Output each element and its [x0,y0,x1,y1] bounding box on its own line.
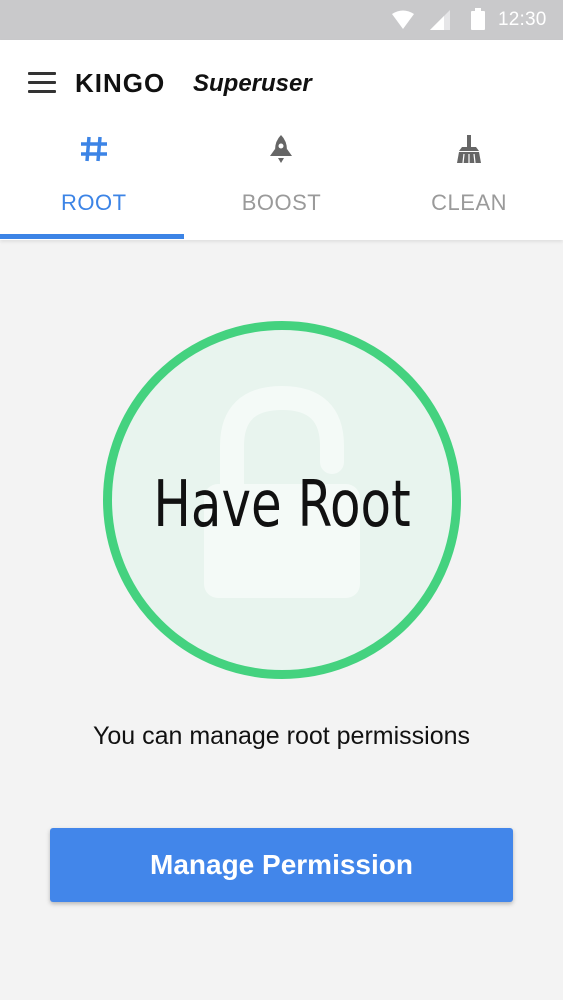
tab-bar: ROOT BOOST CLEAN [0,128,563,240]
tab-root-label: ROOT [61,190,127,215]
broom-icon [457,135,482,164]
rocket-icon [270,135,293,163]
root-status-title: Have Root [153,468,411,542]
app-brand: KINGO [75,68,166,98]
app-brand-subtitle: Superuser [193,70,312,97]
cellular-signal-icon [430,10,450,30]
app-bar: KINGO Superuser ROOT BOOST CLEAN [0,40,563,240]
tab-clean-label: CLEAN [431,190,508,215]
wifi-icon [392,10,414,29]
tab-root[interactable]: ROOT [0,128,188,240]
root-status-circle: Have Root [103,321,461,679]
hash-icon [80,136,107,162]
root-status-description: You can manage root permissions [92,722,471,750]
tab-indicator [0,234,184,239]
battery-icon [471,8,485,30]
tab-clean[interactable]: CLEAN [375,128,563,240]
tab-boost-label: BOOST [241,190,322,215]
hamburger-menu-icon[interactable] [28,72,56,94]
status-time: 12:30 [498,9,547,30]
manage-permission-button[interactable]: Manage Permission [50,828,513,902]
status-bar: 12:30 [0,0,563,40]
tab-boost[interactable]: BOOST [188,128,376,240]
